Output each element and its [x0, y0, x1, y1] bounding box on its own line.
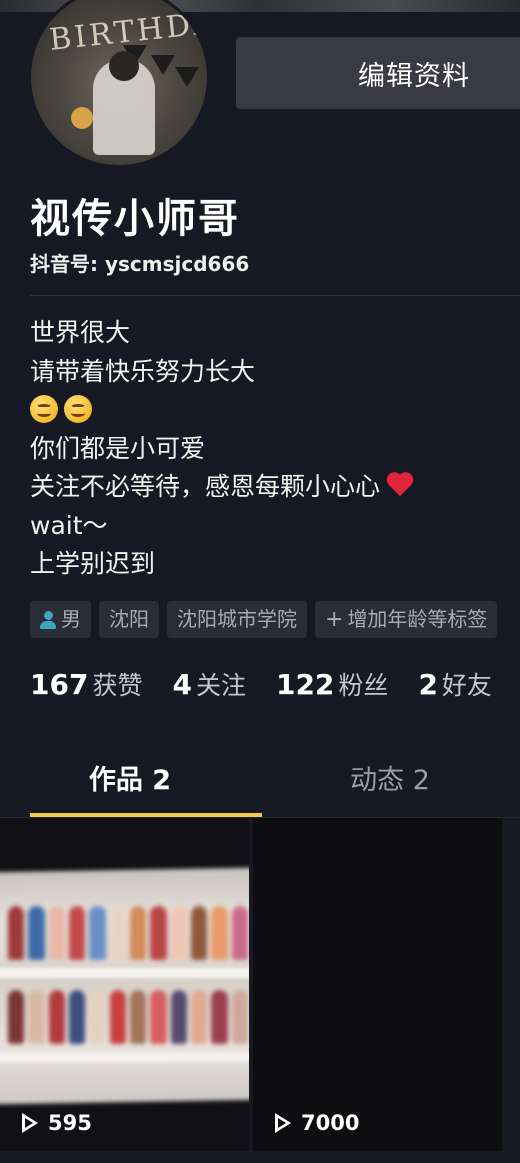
profile-tags: 男 沈阳 沈阳城市学院 + 增加年龄等标签	[30, 601, 498, 638]
figure-row	[8, 990, 248, 1044]
shelf-board	[0, 968, 249, 978]
tag-label: 沈阳	[109, 607, 149, 631]
video-cover-image	[0, 867, 249, 1105]
figure-row	[8, 906, 248, 960]
video-thumbnail[interactable]: 7000	[253, 818, 502, 1151]
red-heart-icon	[386, 473, 414, 499]
profile-name: 视传小师哥	[30, 196, 240, 242]
bio-line-with-heart: 关注不必等待，感恩每颗小心心	[30, 468, 414, 507]
play-count-value: 595	[48, 1111, 92, 1135]
person-icon	[40, 610, 56, 629]
bio-line-emoji	[30, 391, 414, 430]
flower-icon	[71, 107, 93, 129]
smiling-face-icon	[64, 395, 92, 423]
stat-likes[interactable]: 167 获赞	[30, 666, 142, 702]
pennant-icon	[175, 67, 199, 87]
profile-stats: 167 获赞 4 关注 122 粉丝 2 好友	[30, 666, 520, 702]
tag-city[interactable]: 沈阳	[99, 601, 159, 638]
stat-label: 获赞	[92, 671, 143, 700]
stat-value: 2	[418, 668, 438, 701]
bio: 世界很大 请带着快乐努力长大 你们都是小可爱 关注不必等待，感恩每颗小心心 wa…	[30, 314, 414, 584]
stat-value: 4	[172, 668, 192, 701]
stat-value: 122	[275, 668, 335, 701]
bio-line: 你们都是小可爱	[30, 433, 206, 463]
pennant-icon	[151, 55, 175, 75]
play-count-value: 7000	[301, 1111, 360, 1135]
play-count: 595	[20, 1111, 92, 1135]
bio-line: 世界很大	[30, 318, 131, 347]
stat-followers[interactable]: 122 粉丝	[276, 666, 388, 702]
bio-line: wait～	[30, 510, 108, 540]
tag-school[interactable]: 沈阳城市学院	[167, 601, 307, 638]
smiling-face-icon	[30, 395, 58, 423]
avatar[interactable]: BIRTHDAY	[28, 0, 210, 168]
bio-line-text: 关注不必等待，感恩每颗小心心	[30, 472, 381, 501]
edit-profile-button[interactable]: 编辑资料	[236, 37, 520, 109]
tag-label: 增加年龄等标签	[347, 607, 488, 631]
shelf-board	[0, 1052, 249, 1062]
bio-line: 上学别迟到	[30, 549, 156, 578]
video-thumbnail[interactable]: 595	[0, 818, 249, 1151]
bio-line: 请带着快乐努力长大	[30, 356, 256, 386]
play-icon	[273, 1112, 293, 1134]
stat-value: 167	[30, 668, 89, 701]
add-tags-button[interactable]: + 增加年龄等标签	[315, 601, 498, 638]
divider	[30, 295, 520, 296]
tag-gender[interactable]: 男	[30, 601, 91, 638]
stat-label: 关注	[195, 671, 246, 700]
tab-works[interactable]: 作品 2	[0, 750, 260, 814]
stat-label: 好友	[441, 671, 492, 700]
stat-label: 粉丝	[338, 671, 389, 700]
stat-following[interactable]: 4 关注	[172, 666, 246, 702]
stat-friends[interactable]: 2 好友	[418, 666, 492, 702]
play-count: 7000	[273, 1111, 359, 1135]
content-tabs: 作品 2 动态 2	[0, 750, 520, 818]
avatar-head	[109, 51, 139, 81]
tag-label: 男	[61, 607, 81, 631]
tab-dynamics[interactable]: 动态 2	[260, 750, 520, 814]
tag-label: 沈阳城市学院	[177, 607, 297, 631]
douyin-id[interactable]: 抖音号: yscmsjcd666	[30, 248, 249, 277]
play-icon	[20, 1112, 40, 1134]
plus-icon: +	[325, 607, 344, 632]
